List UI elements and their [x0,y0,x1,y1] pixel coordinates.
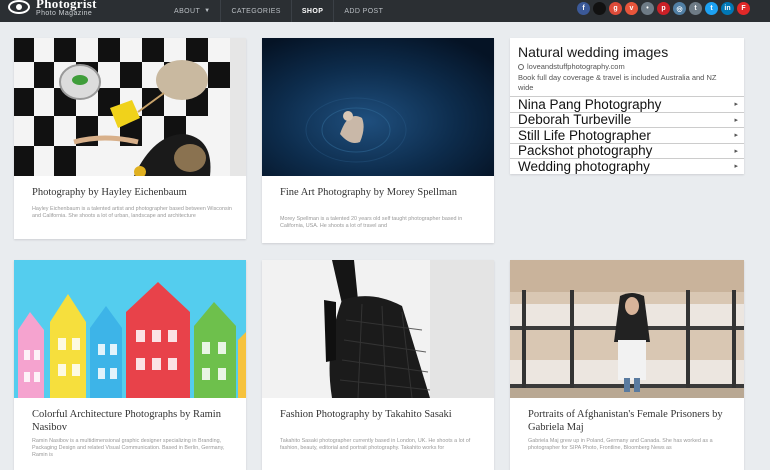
chevron-right-icon: ▸ [734,147,738,155]
ad-link[interactable]: Nina Pang Photography ▸ [510,96,744,112]
ad-title[interactable]: Natural wedding images [518,44,668,60]
post-excerpt: Morey Spellman is a talented 20 years ol… [280,216,463,229]
chevron-right-icon: ▸ [734,116,738,124]
post-excerpt: Takahito Sasaki photographer currently b… [280,438,471,451]
eye-logo-icon [8,0,30,14]
post-card[interactable]: Fashion Photography by Takahito Sasaki T… [262,260,494,470]
logo-subtitle: Photo Magazine [36,10,93,17]
post-image[interactable] [510,260,744,398]
sponsored-ad-panel: Natural wedding images loveandstuffphoto… [510,38,744,174]
ad-url[interactable]: loveandstuffphotography.com [518,62,625,71]
chevron-right-icon: ▸ [734,163,738,171]
post-excerpt: Gabriela Maj grew up in Poland, Germany … [528,438,713,451]
post-title[interactable]: Fine Art Photography by Morey Spellman [280,186,482,199]
nav-shop[interactable]: SHOP [290,0,333,22]
circle-icon[interactable] [593,2,606,15]
chevron-right-icon: ▸ [734,132,738,140]
site-logo[interactable]: Photogrist Photo Magazine [8,0,97,20]
nav-add-post[interactable]: ADD POST [333,0,393,22]
linkedin-icon[interactable]: in [721,2,734,15]
post-image[interactable] [262,38,494,176]
chevron-right-icon: ▸ [734,101,738,109]
ad-link[interactable]: Deborah Turbeville ▸ [510,111,744,127]
post-title[interactable]: Photography by Hayley Eichenbaum [32,186,234,199]
ad-description: Book full day coverage & travel is inclu… [518,73,717,92]
post-title[interactable]: Colorful Architecture Photographs by Ram… [32,408,234,434]
ad-link[interactable]: Still Life Photographer ▸ [510,127,744,143]
post-image[interactable] [262,260,494,398]
twitter-icon[interactable]: t [705,2,718,15]
post-image[interactable] [14,38,246,176]
nav-about[interactable]: ABOUT ▼ [164,0,220,22]
vine-icon[interactable]: v [625,2,638,15]
flipboard-icon[interactable]: F [737,2,750,15]
logo-title: Photogrist [36,0,97,11]
post-image[interactable] [14,260,246,398]
post-title[interactable]: Portraits of Afghanistan's Female Prison… [528,408,732,434]
chevron-down-icon: ▼ [204,8,211,14]
post-excerpt: Ramin Nasibov is a multidimensional grap… [32,438,225,458]
tumblr-icon[interactable]: t [689,2,702,15]
main-menu: ABOUT ▼ CATEGORIES SHOP ADD POST [164,0,393,22]
pinterest-icon[interactable]: p [657,2,670,15]
google-plus-icon[interactable]: g [609,2,622,15]
post-title[interactable]: Fashion Photography by Takahito Sasaki [280,408,482,421]
post-card[interactable]: Photography by Hayley Eichenbaum Hayley … [14,38,246,239]
social-links: f g v • p ◎ t t in F [577,2,750,15]
ad-link-list: Nina Pang Photography ▸ Deborah Turbevill… [510,96,744,174]
flickr-icon[interactable]: • [641,2,654,15]
instagram-icon[interactable]: ◎ [673,2,686,15]
nav-categories[interactable]: CATEGORIES [220,0,290,22]
ad-link[interactable]: Wedding photography ▸ [510,158,744,174]
top-navigation-bar: Photogrist Photo Magazine ABOUT ▼ CATEGOR… [0,0,770,22]
ad-link[interactable]: Packshot photography ▸ [510,142,744,158]
post-card[interactable]: Colorful Architecture Photographs by Ram… [14,260,246,470]
post-excerpt: Hayley Eichenbaum is a talented artist a… [32,206,232,219]
location-icon [518,63,524,70]
post-card[interactable]: Portraits of Afghanistan's Female Prison… [510,260,744,470]
facebook-icon[interactable]: f [577,2,590,15]
post-card[interactable]: Fine Art Photography by Morey Spellman M… [262,38,494,243]
